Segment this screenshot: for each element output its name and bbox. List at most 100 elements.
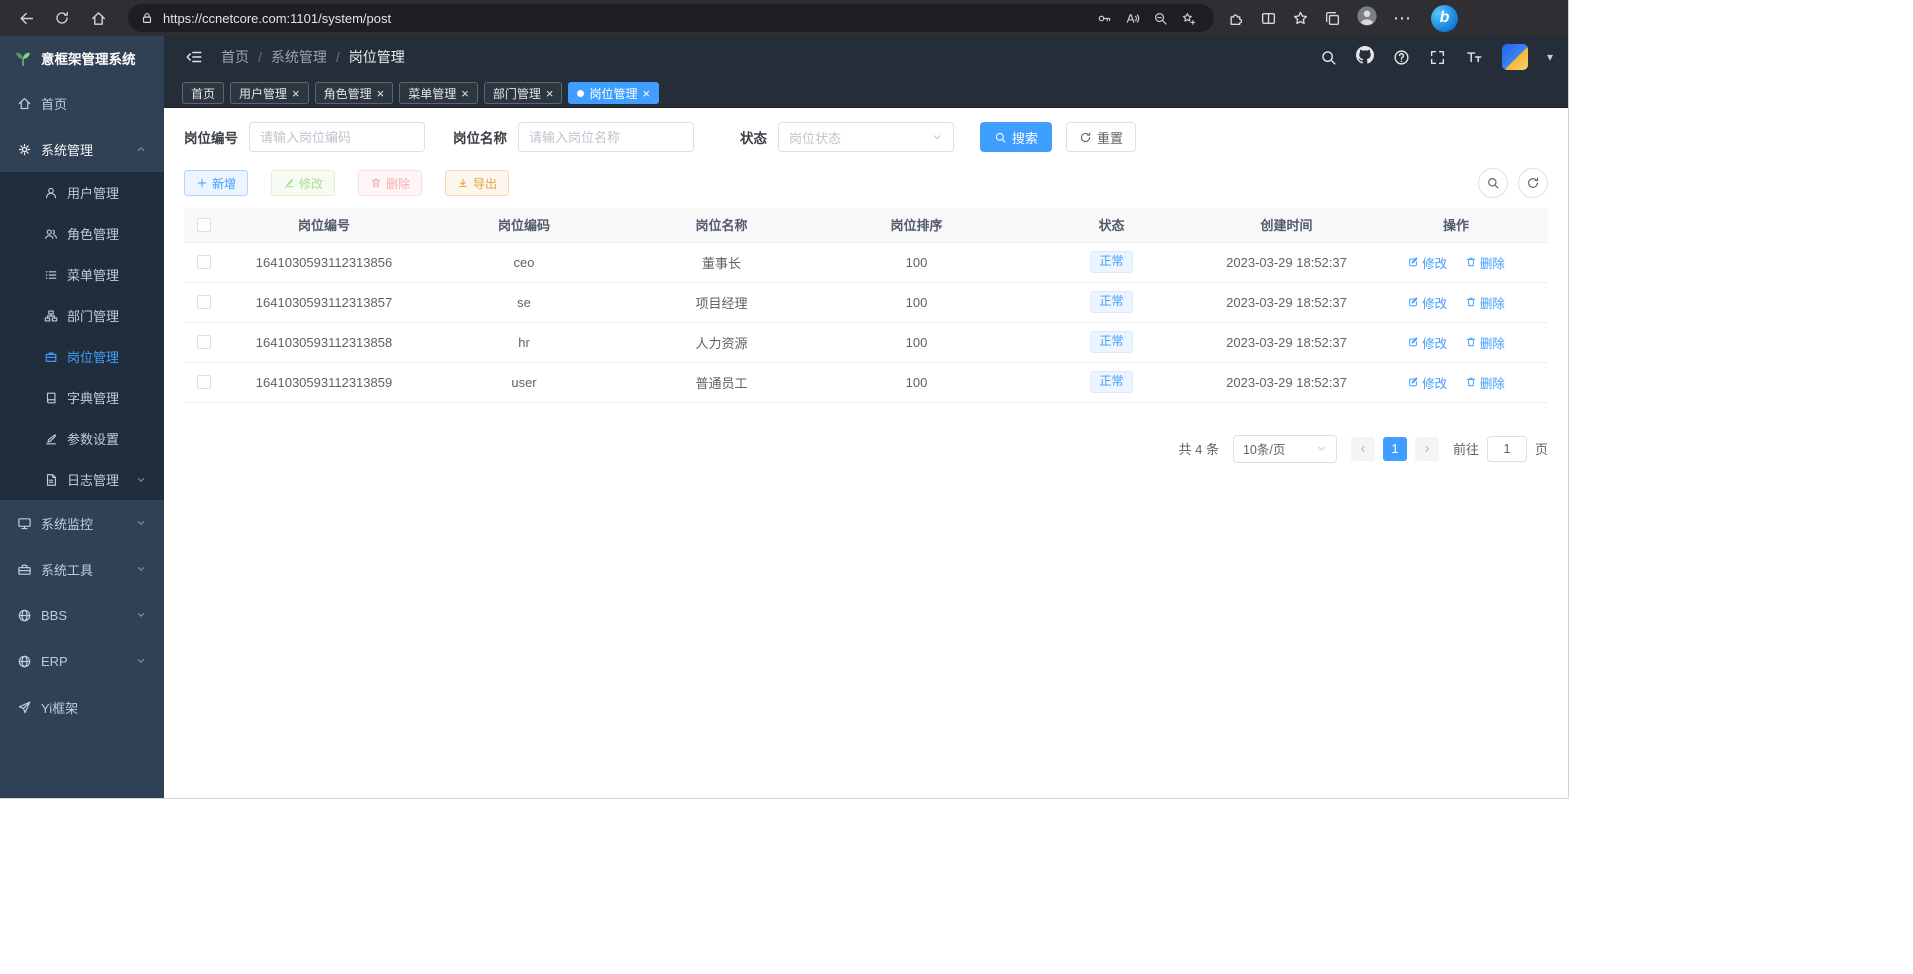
tags-view: 首页 用户管理 × 角色管理 × 菜单管理 × 部门管理 × 岗位管理 × [164,78,1568,108]
sidebar-item-bbs[interactable]: BBS [0,592,164,638]
prev-page-button[interactable]: ‹ [1351,437,1375,461]
trash-icon [370,177,382,189]
extensions-button[interactable] [1228,10,1245,27]
read-aloud-button[interactable] [1118,6,1146,30]
sidebar-item-erp[interactable]: ERP [0,638,164,684]
breadcrumb-system-management[interactable]: 系统管理 [271,47,327,67]
back-button[interactable] [8,3,44,33]
sidebar-item-system-management[interactable]: 系统管理 [0,126,164,172]
caret-down-icon[interactable]: ▾ [1547,50,1553,64]
page-number-button[interactable]: 1 [1383,437,1407,461]
add-button[interactable]: 新增 [184,170,248,196]
font-size-button[interactable] [1465,48,1483,66]
bing-copilot-button[interactable]: b [1431,5,1458,32]
post-code-input[interactable] [249,122,425,152]
github-button[interactable] [1356,46,1374,69]
sidebar-subitem-dictionary-management[interactable]: 字典管理 [0,377,164,418]
favorites-button[interactable] [1292,10,1309,27]
edit-pencil-icon [44,432,58,446]
select-all-checkbox[interactable] [197,218,211,232]
search-button[interactable]: 搜索 [980,122,1052,152]
tab-post-management[interactable]: 岗位管理 × [568,82,659,104]
question-circle-icon [1393,49,1410,66]
edit-button[interactable]: 修改 [271,170,335,196]
close-icon[interactable]: × [292,87,300,100]
row-checkbox[interactable] [197,335,211,349]
home-button[interactable] [80,3,116,33]
sidebar-subitem-department-management[interactable]: 部门管理 [0,295,164,336]
chevron-down-icon [135,655,147,667]
tab-user-management[interactable]: 用户管理 × [230,82,309,104]
export-button[interactable]: 导出 [445,170,509,196]
header-search-button[interactable] [1320,49,1337,66]
row-delete-link[interactable]: 删除 [1465,333,1505,352]
sidebar-fold-button[interactable] [179,42,209,72]
row-edit-link[interactable]: 修改 [1407,293,1447,312]
sidebar-subitem-user-management[interactable]: 用户管理 [0,172,164,213]
post-table: 岗位编号 岗位编码 岗位名称 岗位排序 状态 创建时间 操作 164103059… [184,208,1548,403]
split-screen-button[interactable] [1260,10,1277,27]
status-select[interactable]: 岗位状态 [778,122,954,152]
tab-role-management[interactable]: 角色管理 × [315,82,394,104]
reset-button[interactable]: 重置 [1066,122,1136,152]
tab-home[interactable]: 首页 [182,82,224,104]
user-avatar[interactable] [1502,44,1528,70]
row-delete-link[interactable]: 删除 [1465,253,1505,272]
sidebar-item-yi-framework[interactable]: Yi框架 [0,684,164,730]
delete-button[interactable]: 删除 [358,170,422,196]
user-icon [44,186,58,200]
sidebar-item-home[interactable]: 首页 [0,80,164,126]
close-icon[interactable]: × [642,87,650,100]
sidebar-subitem-post-management[interactable]: 岗位管理 [0,336,164,377]
column-header: 岗位排序 [819,208,1014,242]
row-checkbox[interactable] [197,375,211,389]
goto-page-input[interactable] [1487,436,1527,462]
users-icon [44,227,58,241]
fullscreen-button[interactable] [1429,49,1446,66]
sidebar-item-system-tools[interactable]: 系统工具 [0,546,164,592]
home-menu-icon [17,96,32,111]
page-size-select[interactable]: 10条/页 [1233,435,1337,463]
row-checkbox[interactable] [197,255,211,269]
toggle-search-button[interactable] [1478,168,1508,198]
collections-button[interactable] [1324,10,1341,27]
zoom-out-button[interactable] [1146,6,1174,30]
close-icon[interactable]: × [546,87,554,100]
row-checkbox[interactable] [197,295,211,309]
active-tab-dot [577,90,584,97]
row-edit-link[interactable]: 修改 [1407,333,1447,352]
sidebar-item-system-monitor[interactable]: 系统监控 [0,500,164,546]
close-icon[interactable]: × [461,87,469,100]
password-key-button[interactable] [1090,6,1118,30]
more-menu-button[interactable]: ⋯ [1393,8,1412,29]
sidebar-subitem-log-management[interactable]: 日志管理 [0,459,164,500]
row-edit-link[interactable]: 修改 [1407,253,1447,272]
post-name-input[interactable] [518,122,694,152]
fullscreen-icon [1429,49,1446,66]
sidebar-subitem-parameter-settings[interactable]: 参数设置 [0,418,164,459]
tab-menu-management[interactable]: 菜单管理 × [399,82,478,104]
row-edit-link[interactable]: 修改 [1407,373,1447,392]
row-delete-link[interactable]: 删除 [1465,373,1505,392]
cell-post-sort: 100 [819,362,1014,402]
add-favorite-button[interactable] [1174,6,1202,30]
browser-toolbar: https://ccnetcore.com:1101/system/post [0,0,1568,36]
sidebar-subitem-role-management[interactable]: 角色管理 [0,213,164,254]
refresh-button[interactable] [44,3,80,33]
status-badge: 正常 [1090,291,1132,313]
profile-button[interactable] [1356,5,1378,32]
close-icon[interactable]: × [377,87,385,100]
refresh-table-button[interactable] [1518,168,1548,198]
sidebar-subitem-menu-management[interactable]: 菜单管理 [0,254,164,295]
breadcrumb-home[interactable]: 首页 [221,47,249,67]
help-button[interactable] [1393,49,1410,66]
globe-icon [17,608,32,623]
refresh-icon [54,10,70,26]
cell-create-time: 2023-03-29 18:52:37 [1209,282,1364,322]
tab-department-management[interactable]: 部门管理 × [484,82,563,104]
cell-post-name: 普通员工 [624,362,819,402]
row-delete-link[interactable]: 删除 [1465,293,1505,312]
address-bar[interactable]: https://ccnetcore.com:1101/system/post [128,4,1214,32]
column-header: 岗位编号 [224,208,424,242]
next-page-button[interactable]: › [1415,437,1439,461]
